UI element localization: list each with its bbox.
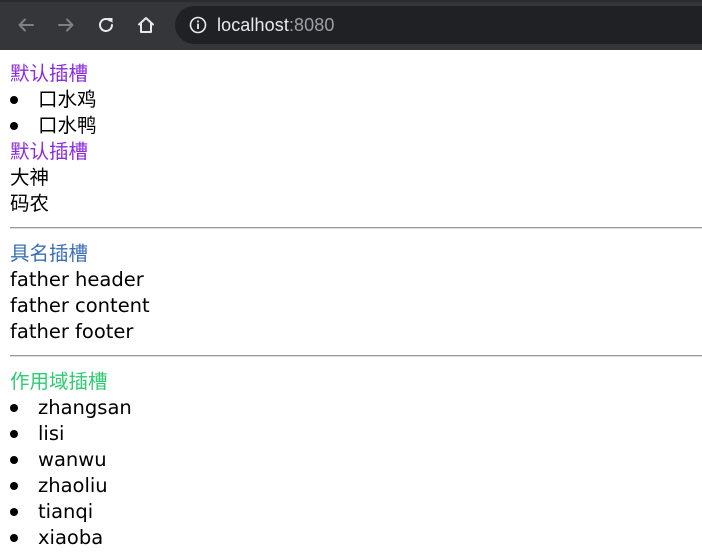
divider xyxy=(10,355,702,357)
forward-button[interactable] xyxy=(50,9,82,41)
home-icon xyxy=(136,15,156,35)
arrow-left-icon xyxy=(16,15,36,35)
named-slot-content: father content xyxy=(10,294,150,317)
list-item: 口水鸡 xyxy=(10,87,702,113)
list-item: zhangsan xyxy=(10,395,702,421)
bullet-icon xyxy=(10,456,18,464)
page-content: 默认插槽 口水鸡 口水鸭 默认插槽 大神 码农 具名插槽 father head… xyxy=(0,50,702,555)
list-item-label: tianqi xyxy=(38,500,94,523)
default-slot-title-2: 默认插槽 xyxy=(10,140,89,163)
bullet-icon xyxy=(10,482,18,490)
scoped-slot-title: 作用域插槽 xyxy=(10,370,108,393)
default-slot-line: 大神 xyxy=(10,166,50,189)
reload-icon xyxy=(96,15,116,35)
list-item-label: lisi xyxy=(38,422,65,445)
toolbar-top-strip xyxy=(0,0,702,2)
named-slot-header: father header xyxy=(10,268,144,291)
list-item: xiaoba xyxy=(10,525,702,551)
default-slot-line: 码农 xyxy=(10,192,50,215)
bullet-icon xyxy=(10,122,18,130)
divider xyxy=(10,227,702,229)
back-button[interactable] xyxy=(10,9,42,41)
list-item-label: wanwu xyxy=(38,448,107,471)
url-port: :8080 xyxy=(288,14,335,35)
list-item: 口水鸭 xyxy=(10,113,702,139)
default-slot-list: 口水鸡 口水鸭 xyxy=(10,87,702,139)
list-item-label: xiaoba xyxy=(38,526,104,549)
url-text[interactable]: localhost:8080 xyxy=(217,15,335,36)
named-slot-title: 具名插槽 xyxy=(10,242,89,265)
list-item-label: zhangsan xyxy=(38,396,132,419)
bullet-icon xyxy=(10,430,18,438)
bullet-icon xyxy=(10,404,18,412)
url-host: localhost xyxy=(217,14,289,35)
arrow-right-icon xyxy=(56,15,76,35)
info-icon[interactable] xyxy=(189,16,207,34)
list-item-label: 口水鸡 xyxy=(38,88,97,111)
list-item: lisi xyxy=(10,421,702,447)
bullet-icon xyxy=(10,96,18,104)
home-button[interactable] xyxy=(130,9,162,41)
list-item-label: zhaoliu xyxy=(38,474,108,497)
list-item: zhaoliu xyxy=(10,473,702,499)
list-item: wanwu xyxy=(10,447,702,473)
browser-toolbar: localhost:8080 xyxy=(0,0,702,50)
scoped-slot-list: zhangsan lisi wanwu zhaoliu tianqi xiaob… xyxy=(10,395,702,551)
list-item-label: 口水鸭 xyxy=(38,114,97,137)
address-bar[interactable]: localhost:8080 xyxy=(175,6,702,44)
default-slot-title: 默认插槽 xyxy=(10,62,89,85)
bullet-icon xyxy=(10,508,18,516)
named-slot-footer: father footer xyxy=(10,320,134,343)
reload-button[interactable] xyxy=(90,9,122,41)
list-item: tianqi xyxy=(10,499,702,525)
bullet-icon xyxy=(10,534,18,542)
